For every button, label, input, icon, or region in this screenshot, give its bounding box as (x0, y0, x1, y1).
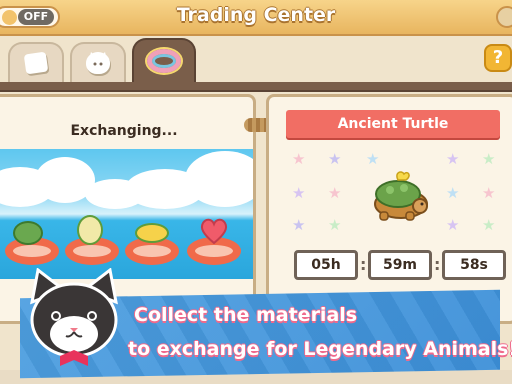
animal-name-ribbon: Ancient Turtle (286, 110, 500, 138)
star-icon: ★ (366, 150, 380, 168)
ancient-turtle-icon (374, 171, 428, 221)
star-icon: ★ (446, 184, 460, 202)
cat-face-icon (86, 52, 110, 74)
banner-line-2: to exchange for Legendary Animals! (128, 338, 512, 360)
cloud (85, 179, 145, 209)
sea-scene (0, 149, 253, 279)
timer-hours: 05h (294, 250, 358, 280)
box-icon (23, 51, 49, 75)
heart-icon (200, 218, 228, 245)
star-icon: ★ (292, 216, 306, 234)
star-icon: ★ (446, 216, 460, 234)
star-icon: ★ (328, 216, 342, 234)
flower-icon (77, 215, 103, 245)
flower-bunch-icon (135, 223, 169, 243)
star-icon: ★ (446, 150, 460, 168)
tab-trading[interactable] (132, 38, 196, 82)
tab-materials[interactable] (8, 42, 64, 82)
tab-animals[interactable] (70, 42, 126, 82)
star-icon: ★ (482, 150, 496, 168)
star-icon: ★ (328, 184, 342, 202)
timer-separator: : (360, 255, 367, 274)
timer-separator: : (434, 255, 441, 274)
cat-mascot-icon (30, 268, 118, 366)
float-ring-icon (147, 49, 181, 73)
page-title: Trading Center (176, 4, 336, 26)
menu-corner-button[interactable] (496, 6, 512, 28)
shelf-divider (0, 82, 512, 92)
turtle-icon (13, 221, 43, 245)
banner-line-1: Collect the materials (134, 304, 358, 326)
timer-minutes: 59m (368, 250, 432, 280)
star-icon: ★ (482, 184, 496, 202)
timer-seconds: 58s (442, 250, 506, 280)
star-icon: ★ (292, 150, 306, 168)
tab-bar (0, 38, 512, 82)
exchange-status: Exchanging... (70, 123, 178, 139)
top-bar: OFF Trading Center (0, 0, 512, 36)
star-icon: ★ (482, 216, 496, 234)
help-button[interactable]: ? (484, 44, 512, 72)
star-icon: ★ (328, 150, 342, 168)
star-icon: ★ (292, 184, 306, 202)
